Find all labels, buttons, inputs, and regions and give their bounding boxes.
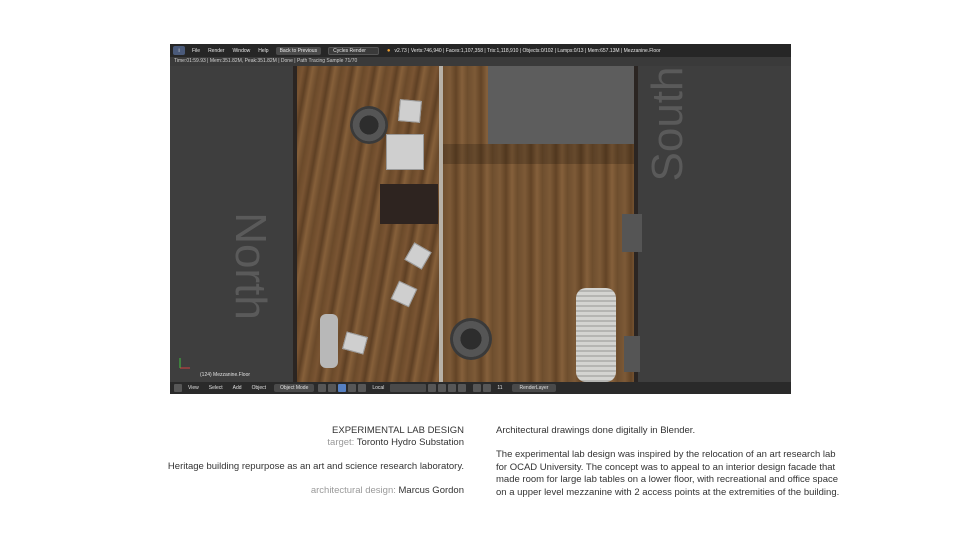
menu-view[interactable]: View [183, 385, 204, 391]
project-title: EXPERIMENTAL LAB DESIGN [332, 425, 464, 436]
lock-camera-icon[interactable] [428, 384, 437, 392]
axis-gizmo-icon [179, 358, 190, 369]
project-subtitle: Heritage building repurpose as an art an… [167, 461, 464, 472]
design-label: architectural design: [310, 485, 396, 496]
desk [380, 184, 438, 224]
chair [386, 134, 424, 170]
snap-icon[interactable] [438, 384, 447, 392]
column [576, 288, 616, 382]
info-header: i File Render Window Help Back to Previo… [170, 44, 791, 57]
layers-grid[interactable] [390, 384, 427, 392]
3d-view-header: View Select Add Object Object Mode Local… [170, 382, 791, 394]
description-body: The experimental lab design was inspired… [496, 449, 840, 498]
lab-bench [320, 314, 338, 368]
stool [350, 106, 388, 144]
description-intro: Architectural drawings done digitally in… [496, 425, 696, 436]
opengl-render-icon[interactable] [473, 384, 482, 392]
menu-file[interactable]: File [188, 48, 204, 54]
orientation-select[interactable]: Local [367, 385, 389, 391]
editor-type-icon[interactable]: i [173, 46, 185, 55]
manipulator-icon[interactable] [338, 384, 347, 392]
north-label: North [226, 212, 275, 320]
menu-help[interactable]: Help [254, 48, 272, 54]
shading-icon[interactable] [318, 384, 327, 392]
target-value: Toronto Hydro Substation [356, 437, 464, 448]
3d-viewport[interactable]: North South (124) Mezzanine.Floor [170, 66, 791, 382]
snap-target-icon[interactable] [448, 384, 457, 392]
rotate-icon[interactable] [358, 384, 367, 392]
target-label: target: [327, 437, 355, 448]
design-credit: architectural design: Marcus Gordon [200, 485, 464, 496]
target-line: target: Toronto Hydro Substation [200, 437, 464, 448]
layer-number: 11 [497, 385, 503, 391]
pivot-icon[interactable] [328, 384, 337, 392]
stool [450, 318, 492, 360]
render-layer-select[interactable]: RenderLayer [511, 384, 557, 392]
chair [398, 99, 422, 123]
opengl-anim-icon[interactable] [483, 384, 492, 392]
render-status: Time:01:59.93 | Mem:351.82M, Peak:351.82… [170, 57, 791, 66]
viewport-object-label: (124) Mezzanine.Floor [200, 372, 251, 378]
view-type-icon[interactable] [174, 384, 182, 392]
blender-window: i File Render Window Help Back to Previo… [170, 44, 791, 394]
scene-stats: v2.73 | Verts:746,940 | Faces:1,107,358 … [394, 47, 661, 54]
page: i File Render Window Help Back to Previo… [0, 0, 960, 540]
mezzanine-shadow [443, 144, 634, 164]
menu-window[interactable]: Window [228, 48, 254, 54]
menu-add[interactable]: Add [228, 385, 247, 391]
proportional-icon[interactable] [458, 384, 467, 392]
door-south [624, 336, 640, 372]
mode-select[interactable]: Object Mode [274, 384, 315, 392]
design-value: Marcus Gordon [398, 485, 464, 496]
translate-icon[interactable] [348, 384, 357, 392]
door-north [622, 214, 642, 252]
render-engine-select[interactable]: Cycles Render [328, 46, 379, 55]
mezzanine-floor [488, 66, 634, 144]
south-label: South [643, 66, 692, 182]
menu-object[interactable]: Object [247, 385, 271, 391]
menu-select[interactable]: Select [204, 385, 228, 391]
menu-render[interactable]: Render [204, 48, 228, 54]
back-to-previous-button[interactable]: Back to Previous [275, 46, 322, 55]
